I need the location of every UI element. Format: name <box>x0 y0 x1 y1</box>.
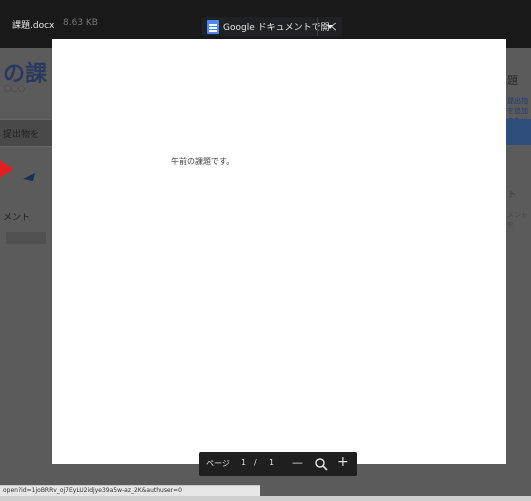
file-name: 課題.docx <box>12 21 55 31</box>
page-separator: / <box>254 458 257 467</box>
zoom-in-button[interactable]: + <box>337 454 349 470</box>
file-size: 8.63 KB <box>63 18 98 28</box>
magnifier-icon[interactable] <box>314 457 328 471</box>
caret-down-icon[interactable] <box>327 25 333 29</box>
checkmark-icon <box>23 173 35 181</box>
underlay-right-heading: 題 <box>507 74 518 87</box>
document-page[interactable]: 午前の課題です。 <box>52 39 506 464</box>
horizontal-scrollbar[interactable] <box>0 496 531 501</box>
page-label: ページ <box>206 459 230 468</box>
open-in-google-docs-label: Google ドキュメントで開く <box>223 23 339 33</box>
document-body-text: 午前の課題です。 <box>171 157 235 166</box>
underlay-left-box <box>6 232 46 244</box>
underlay-right-text: ト <box>507 190 517 201</box>
google-docs-icon <box>207 20 219 34</box>
underlay-right-text-2: メントを <box>507 211 528 229</box>
current-page[interactable]: 1 <box>241 458 246 467</box>
red-arrow-icon <box>0 160 14 178</box>
zoom-out-button[interactable]: — <box>292 456 303 469</box>
total-pages: 1 <box>269 458 275 467</box>
underlay-left-bar-text: 提出物を <box>3 130 40 140</box>
status-url: open?id=1joBRRv_oj7EyLU2idjye39a5w-az_2K… <box>3 487 182 494</box>
underlay-left-label: メント <box>3 213 31 223</box>
button-divider <box>317 17 318 36</box>
underlay-right-button <box>505 119 531 145</box>
underlay-subtitle: 〇〇〇 <box>4 85 25 93</box>
